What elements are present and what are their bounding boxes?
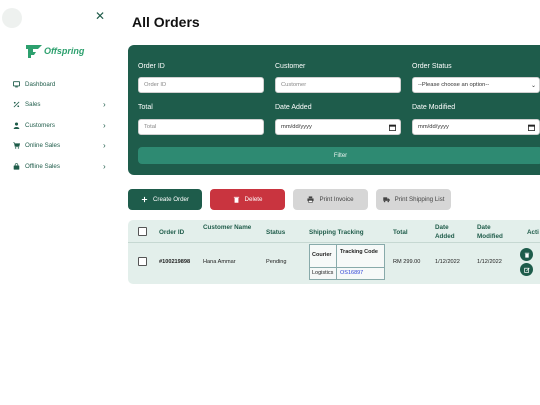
sidebar-item-label: Online Sales	[25, 142, 61, 150]
bag-icon	[12, 162, 20, 170]
edit-icon	[523, 267, 530, 273]
row-checkbox[interactable]	[138, 257, 147, 266]
tracking-header-code: Tracking Code	[340, 249, 378, 255]
customer-label: Customer	[275, 63, 306, 70]
sidebar: ✕ Offspring Dashboard Sales › Customers …	[0, 0, 120, 405]
sidebar-nav: Dashboard Sales › Customers › Online Sal…	[0, 74, 120, 177]
logo: Offspring	[25, 43, 84, 59]
order-id-field[interactable]: Order ID	[138, 77, 264, 93]
avatar[interactable]	[2, 8, 22, 28]
total-field[interactable]: Total	[138, 119, 264, 135]
tracking-code-link[interactable]: OS16897	[340, 270, 363, 276]
chevron-down-icon: ⌄	[530, 82, 536, 89]
order-status-value: --Please choose an option--	[418, 82, 490, 88]
edit-row-button[interactable]	[520, 263, 533, 276]
customer-placeholder: Customer	[281, 82, 307, 88]
chevron-right-icon: ›	[103, 100, 106, 110]
sidebar-item-label: Offline Sales	[25, 162, 60, 170]
total-placeholder: Total	[144, 124, 157, 130]
sidebar-item-label: Dashboard	[25, 80, 56, 88]
shipping-tracking-table: Courier Tracking Code Logistics OS16897	[309, 244, 385, 280]
truck-icon	[382, 197, 390, 203]
logo-icon	[26, 45, 42, 58]
trash-icon	[524, 252, 529, 258]
chevron-right-icon: ›	[103, 141, 106, 151]
header-status[interactable]: Status	[266, 228, 285, 237]
create-order-label: Create Order	[152, 196, 190, 203]
tracking-header-courier: Courier	[312, 252, 332, 258]
header-total[interactable]: Total	[393, 228, 408, 237]
sidebar-item-dashboard[interactable]: Dashboard	[0, 74, 120, 95]
sidebar-item-offline-sales[interactable]: Offline Sales ›	[0, 156, 120, 177]
date-modified-field[interactable]: mm/dd/yyyy	[412, 119, 540, 135]
total-label: Total	[138, 104, 153, 111]
filter-button[interactable]: Filter	[138, 147, 540, 164]
orders-table: Order ID Customer Name Status Shipping T…	[128, 220, 540, 284]
chevron-right-icon: ›	[103, 161, 106, 171]
print-shipping-list-button[interactable]: Print Shipping List	[376, 189, 451, 210]
monitor-icon	[12, 80, 20, 88]
print-invoice-label: Print Invoice	[319, 196, 354, 203]
order-status-select[interactable]: --Please choose an option-- ⌄	[412, 77, 540, 93]
cell-customer-name: Hana Ammar	[203, 259, 236, 265]
select-all-checkbox[interactable]	[138, 227, 147, 236]
header-divider	[128, 242, 540, 243]
close-icon[interactable]: ✕	[95, 10, 105, 22]
cell-status: Pending	[266, 259, 287, 265]
printer-icon	[307, 196, 315, 203]
print-invoice-button[interactable]: Print Invoice	[293, 189, 368, 210]
date-added-label: Date Added	[275, 104, 312, 111]
plus-icon	[141, 196, 148, 203]
date-modified-value: mm/dd/yyyy	[418, 124, 449, 130]
sidebar-item-label: Sales	[25, 101, 41, 109]
user-icon	[12, 121, 20, 129]
sidebar-item-sales[interactable]: Sales ›	[0, 95, 120, 116]
logo-text: Offspring	[44, 46, 85, 56]
header-customer-name[interactable]: Customer Name	[203, 223, 253, 232]
date-added-value: mm/dd/yyyy	[281, 124, 312, 130]
delete-row-button[interactable]	[520, 248, 533, 261]
cell-total: RM 299.00	[393, 259, 421, 265]
delete-label: Delete	[244, 196, 263, 203]
date-added-field[interactable]: mm/dd/yyyy	[275, 119, 401, 135]
calendar-icon[interactable]	[528, 124, 535, 131]
date-modified-label: Date Modified	[412, 104, 456, 111]
cart-icon	[12, 142, 20, 150]
customer-field[interactable]: Customer	[275, 77, 401, 93]
filter-panel: Order ID Order ID Customer Customer Orde…	[128, 45, 540, 175]
header-date-modified[interactable]: Date Modified	[477, 223, 512, 241]
page-title: All Orders	[132, 14, 200, 30]
order-id-placeholder: Order ID	[144, 82, 167, 88]
cell-courier: Logistics	[312, 270, 334, 276]
cell-order-id: #100219898	[159, 259, 191, 265]
cell-date-modified: 1/12/2022	[477, 259, 502, 265]
print-shipping-list-label: Print Shipping List	[394, 196, 445, 203]
header-action: Acti	[527, 229, 539, 236]
order-id-label: Order ID	[138, 63, 165, 70]
chevron-right-icon: ›	[103, 120, 106, 130]
sidebar-item-label: Customers	[25, 121, 55, 129]
header-date-added[interactable]: Date Added	[435, 223, 465, 241]
sidebar-item-customers[interactable]: Customers ›	[0, 115, 120, 136]
delete-button[interactable]: Delete	[210, 189, 285, 210]
header-order-id[interactable]: Order ID	[159, 228, 184, 237]
sidebar-item-online-sales[interactable]: Online Sales ›	[0, 136, 120, 157]
header-shipping-tracking[interactable]: Shipping Tracking	[309, 228, 364, 237]
order-status-label: Order Status	[412, 63, 452, 70]
calendar-icon[interactable]	[389, 124, 396, 131]
create-order-button[interactable]: Create Order	[128, 189, 202, 210]
percent-icon	[12, 101, 20, 109]
cell-date-added: 1/12/2022	[435, 259, 460, 265]
trash-icon	[233, 196, 239, 203]
